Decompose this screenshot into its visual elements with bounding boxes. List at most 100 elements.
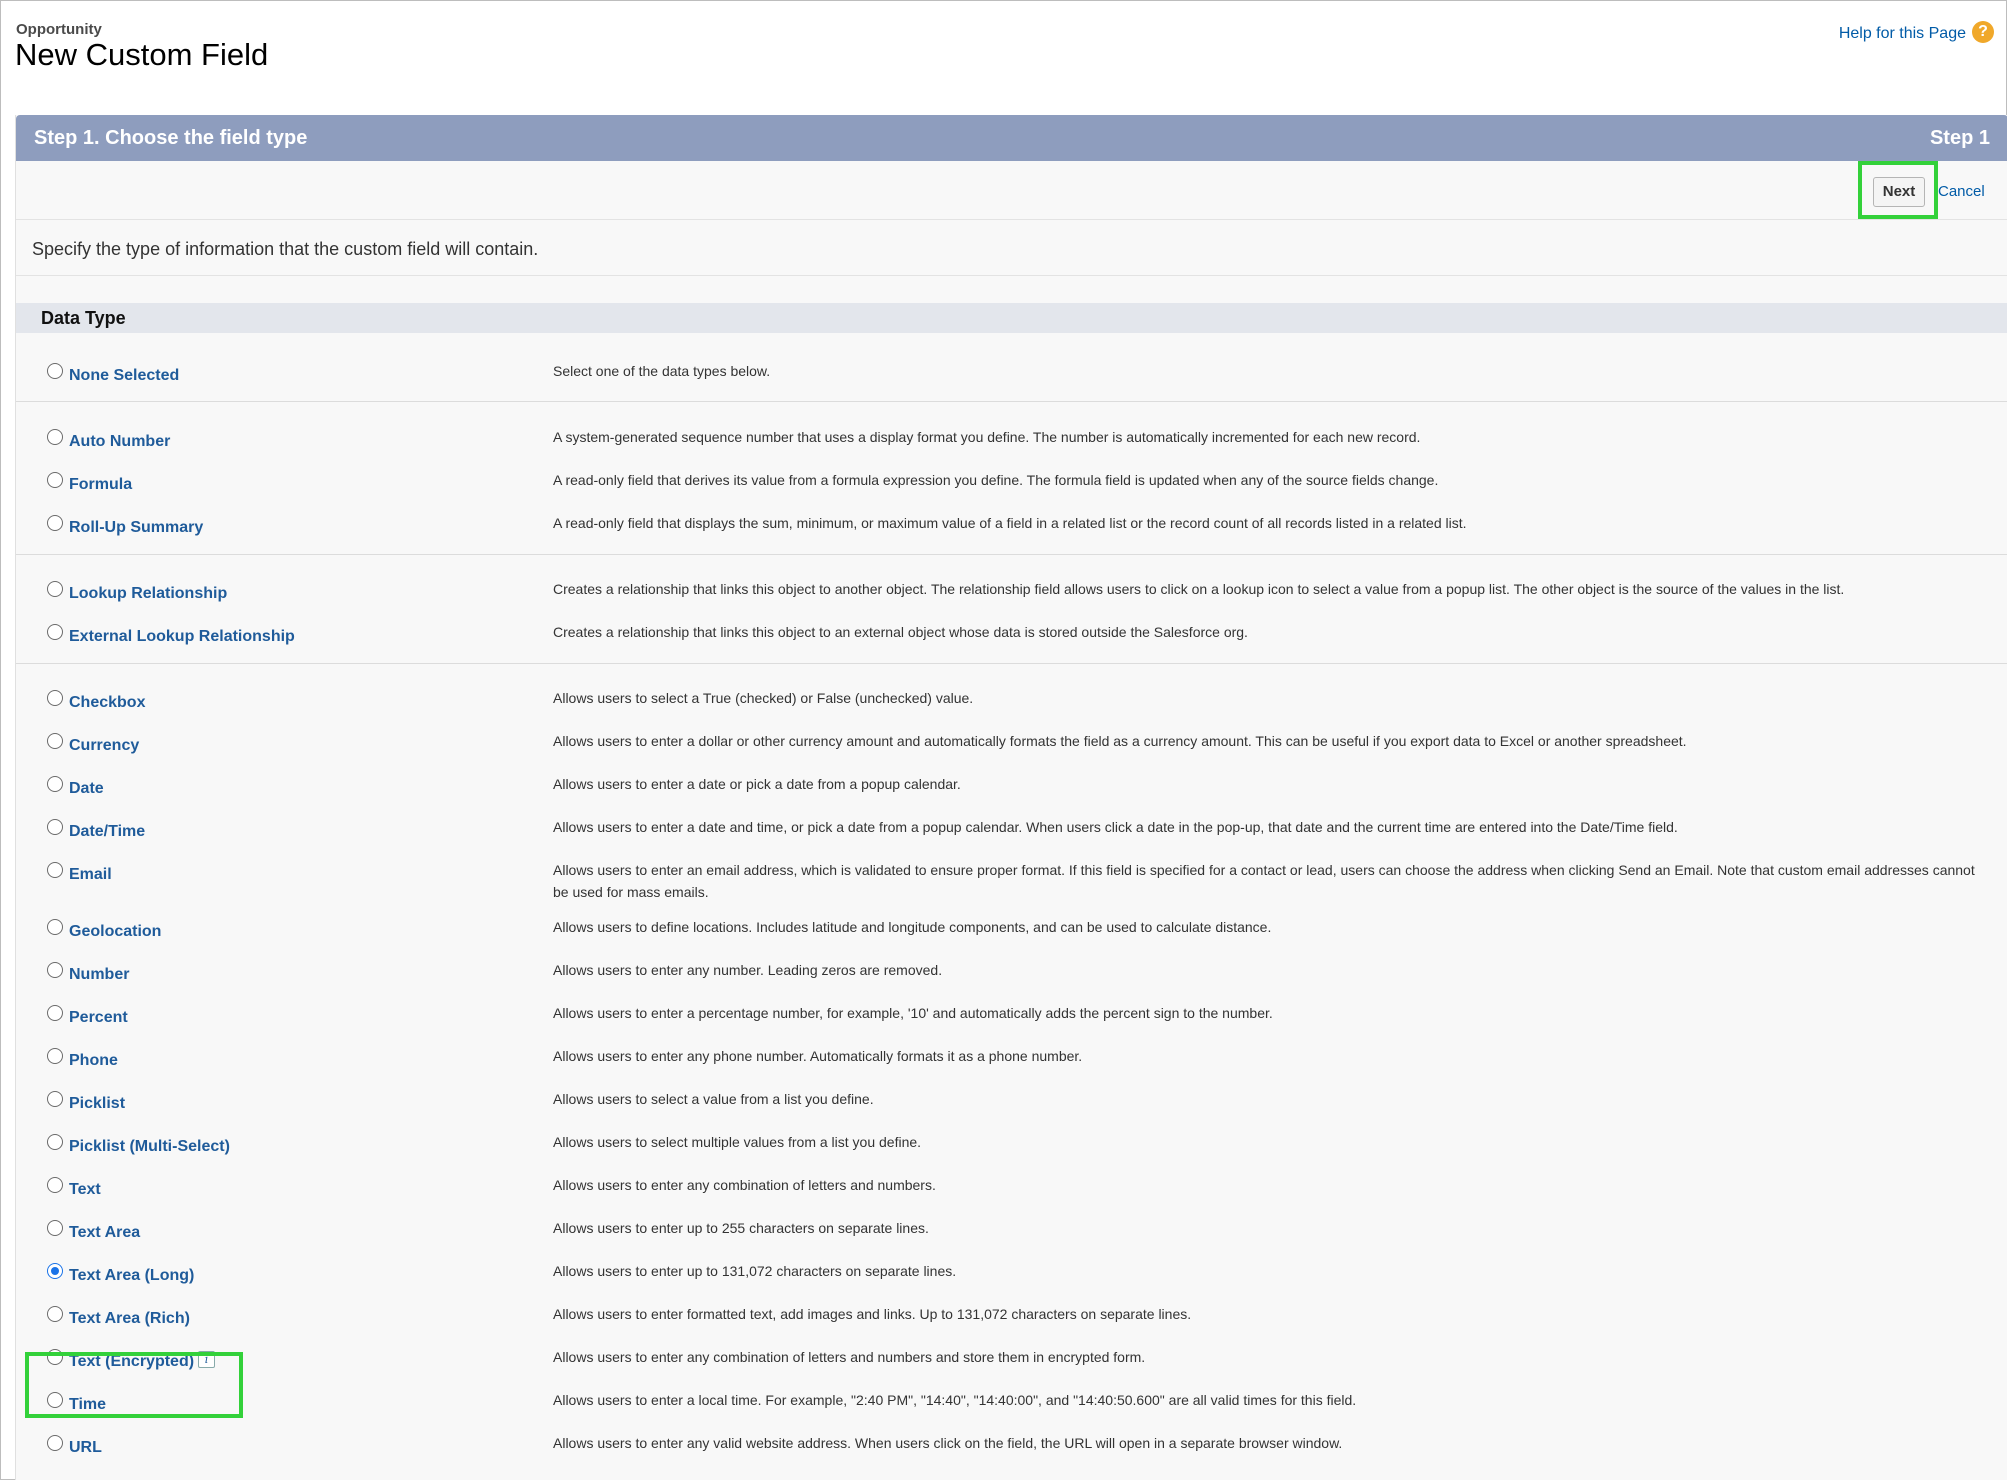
data-type-radio[interactable] xyxy=(47,962,63,978)
data-type-radio[interactable] xyxy=(47,819,63,835)
data-type-label[interactable]: Auto Number xyxy=(69,433,170,451)
data-type-description: A system-generated sequence number that … xyxy=(553,429,1421,445)
data-type-label[interactable]: Checkbox xyxy=(69,694,145,712)
data-type-description: A read-only field that derives its value… xyxy=(553,472,1439,488)
data-type-description: Allows users to enter up to 131,072 char… xyxy=(553,1263,957,1279)
data-type-description: Allows users to enter any valid website … xyxy=(553,1435,1343,1451)
data-type-row[interactable]: Number Allows users to enter any number. … xyxy=(16,962,2007,1000)
data-type-row[interactable]: URL Allows users to enter any valid websi… xyxy=(16,1435,2007,1473)
data-type-description: Allows users to enter a local time. For … xyxy=(553,1392,1357,1408)
group-divider xyxy=(16,554,2007,555)
data-type-label[interactable]: None Selected xyxy=(69,367,179,385)
data-type-radio[interactable] xyxy=(47,472,63,488)
data-type-description: Allows users to enter a date and time, o… xyxy=(553,819,1678,835)
data-type-radio[interactable] xyxy=(47,862,63,878)
data-type-row[interactable]: Date Allows users to enter a date or pick… xyxy=(16,776,2007,814)
text-area-long-highlight xyxy=(25,1352,243,1418)
data-type-row[interactable]: Phone Allows users to enter any phone num… xyxy=(16,1048,2007,1086)
data-type-radio[interactable] xyxy=(47,1263,63,1279)
data-type-row[interactable]: Email Allows users to enter an email addr… xyxy=(16,862,2007,900)
data-type-label[interactable]: Roll-Up Summary xyxy=(69,519,203,537)
page-title: New Custom Field xyxy=(15,37,269,72)
data-type-row[interactable]: Checkbox Allows users to select a True (c… xyxy=(16,690,2007,728)
help-icon[interactable]: ? xyxy=(1972,21,1994,43)
data-type-label[interactable]: Percent xyxy=(69,1009,128,1027)
data-type-description: A read-only field that displays the sum,… xyxy=(553,515,1467,531)
data-type-label[interactable]: Picklist (Multi-Select) xyxy=(69,1138,230,1156)
data-type-radio[interactable] xyxy=(47,515,63,531)
data-type-description: Allows users to select a True (checked) … xyxy=(553,690,974,706)
data-type-row[interactable]: Text (Encrypted) i Allows users to enter a… xyxy=(16,1349,2007,1387)
data-type-label[interactable]: Formula xyxy=(69,476,132,494)
data-type-radio[interactable] xyxy=(47,690,63,706)
data-type-label[interactable]: Geolocation xyxy=(69,923,161,941)
data-type-row[interactable]: Currency Allows users to enter a dollar o… xyxy=(16,733,2007,771)
data-type-description: Allows users to select a value from a li… xyxy=(553,1091,874,1107)
data-type-row[interactable]: Geolocation Allows users to define locati… xyxy=(16,919,2007,957)
data-type-row[interactable]: Roll-Up Summary A read-only field that di… xyxy=(16,515,2007,553)
data-type-row[interactable]: Percent Allows users to enter a percentag… xyxy=(16,1005,2007,1043)
data-type-row[interactable]: Lookup Relationship Creates a relationshi… xyxy=(16,581,2007,619)
data-type-radio[interactable] xyxy=(47,1177,63,1193)
data-type-radio[interactable] xyxy=(47,1435,63,1451)
data-type-row[interactable]: Text Area (Rich) Allows users to enter fo… xyxy=(16,1306,2007,1344)
data-type-label[interactable]: Text Area (Long) xyxy=(69,1267,194,1285)
data-type-row[interactable]: Auto Number A system-generated sequence n… xyxy=(16,429,2007,467)
data-type-radio[interactable] xyxy=(47,363,63,379)
data-type-description: Allows users to enter a dollar or other … xyxy=(553,733,1687,749)
data-type-label[interactable]: Lookup Relationship xyxy=(69,585,227,603)
data-type-row[interactable]: Picklist Allows users to select a value f… xyxy=(16,1091,2007,1129)
data-type-label[interactable]: Date xyxy=(69,780,104,798)
data-type-description: Allows users to define locations. Includ… xyxy=(553,919,1272,935)
data-type-radio[interactable] xyxy=(47,429,63,445)
data-type-label[interactable]: Date/Time xyxy=(69,823,145,841)
data-type-label[interactable]: Text Area xyxy=(69,1224,140,1242)
data-type-row[interactable]: Time Allows users to enter a local time. … xyxy=(16,1392,2007,1430)
data-type-radio[interactable] xyxy=(47,624,63,640)
data-type-description: Allows users to enter any combination of… xyxy=(553,1177,936,1193)
data-type-row[interactable]: Text Allows users to enter any combinatio… xyxy=(16,1177,2007,1215)
data-type-description: Allows users to enter any number. Leadin… xyxy=(553,962,943,978)
group-divider xyxy=(16,663,2007,664)
data-type-label[interactable]: Text xyxy=(69,1181,101,1199)
data-type-row[interactable]: Text Area Allows users to enter up to 255… xyxy=(16,1220,2007,1258)
page-frame: Opportunity New Custom Field Help for th… xyxy=(0,0,2007,1480)
data-type-radio[interactable] xyxy=(47,581,63,597)
data-type-label[interactable]: External Lookup Relationship xyxy=(69,628,295,646)
object-name: Opportunity xyxy=(16,21,102,38)
data-type-label[interactable]: Email xyxy=(69,866,112,884)
data-type-radio[interactable] xyxy=(47,1134,63,1150)
data-type-row[interactable]: Picklist (Multi-Select) Allows users to s… xyxy=(16,1134,2007,1172)
data-type-radio[interactable] xyxy=(47,776,63,792)
data-type-description: Allows users to enter an email address, … xyxy=(553,862,1975,900)
data-type-label[interactable]: Number xyxy=(69,966,129,984)
data-type-label[interactable]: Currency xyxy=(69,737,139,755)
data-type-radio[interactable] xyxy=(47,919,63,935)
data-type-row[interactable]: Date/Time Allows users to enter a date an… xyxy=(16,819,2007,857)
data-type-label[interactable]: URL xyxy=(69,1439,102,1457)
data-type-radio[interactable] xyxy=(47,1306,63,1322)
data-type-row[interactable]: Text Area (Long) Allows users to enter up… xyxy=(16,1263,2007,1301)
data-type-description: Allows users to enter formatted text, ad… xyxy=(553,1306,1192,1322)
data-type-radio[interactable] xyxy=(47,1220,63,1236)
data-type-description: Allows users to enter a percentage numbe… xyxy=(553,1005,1273,1021)
data-type-description: Allows users to enter up to 255 characte… xyxy=(553,1220,929,1236)
data-type-radio[interactable] xyxy=(47,1091,63,1107)
data-type-radio[interactable] xyxy=(47,1005,63,1021)
data-type-description: Creates a relationship that links this o… xyxy=(553,581,1845,597)
data-type-description: Allows users to enter any combination of… xyxy=(553,1349,1146,1365)
step-panel: Step 1. Choose the field type Step 1 Nex… xyxy=(15,115,2007,1480)
data-type-description: Allows users to select multiple values f… xyxy=(553,1134,922,1150)
data-type-description: Select one of the data types below. xyxy=(553,363,771,379)
data-type-row[interactable]: Formula A read-only field that derives it… xyxy=(16,472,2007,510)
data-type-radio[interactable] xyxy=(47,733,63,749)
data-type-row[interactable]: None Selected Select one of the data type… xyxy=(16,363,2007,401)
help-link[interactable]: Help for this Page xyxy=(1839,25,1966,43)
data-type-row[interactable]: External Lookup Relationship Creates a re… xyxy=(16,624,2007,662)
data-type-label[interactable]: Text Area (Rich) xyxy=(69,1310,190,1328)
data-type-label[interactable]: Picklist xyxy=(69,1095,125,1113)
data-type-description: Allows users to enter a date or pick a d… xyxy=(553,776,961,792)
data-type-radio[interactable] xyxy=(47,1048,63,1064)
data-type-label[interactable]: Phone xyxy=(69,1052,118,1070)
data-type-list: None Selected Select one of the data type… xyxy=(16,115,2007,1480)
